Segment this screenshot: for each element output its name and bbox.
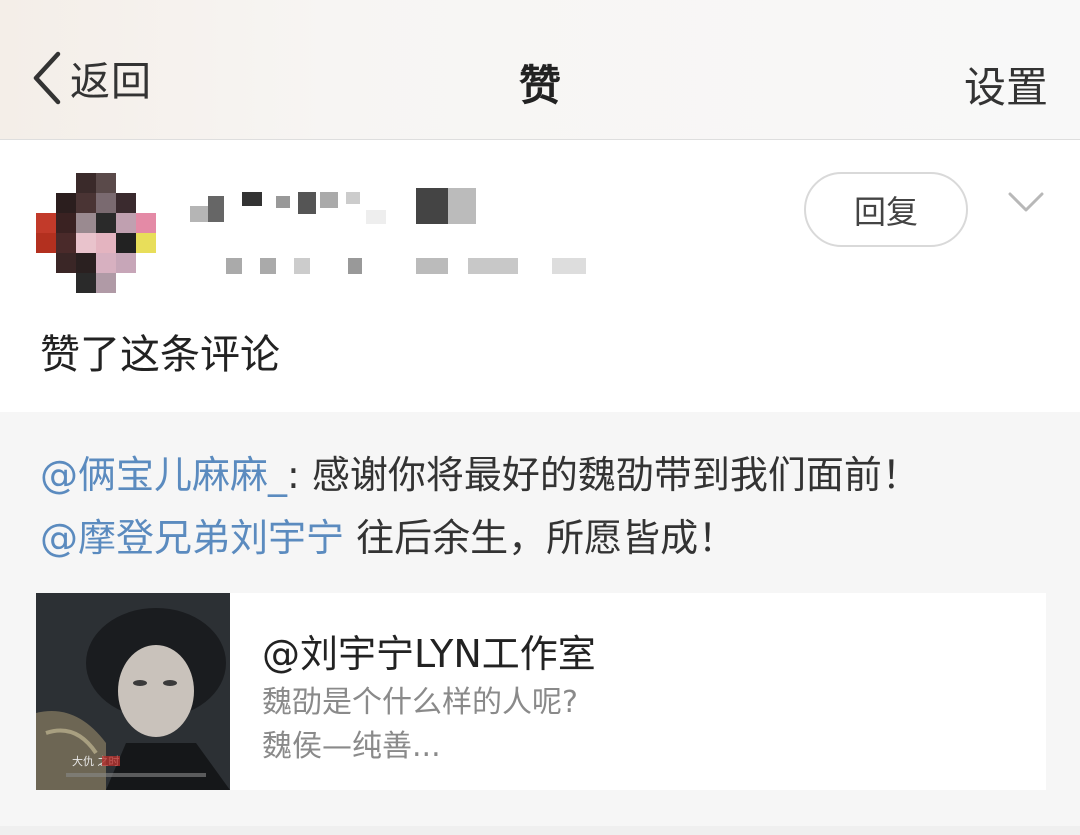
action-text: 赞了这条评论 — [40, 332, 280, 378]
navigation-bar: 返回 赞 设置 — [0, 0, 1080, 140]
comment-line-1: @俩宝儿麻麻_: 感谢你将最好的魏劭带到我们面前！ — [40, 444, 920, 499]
chevron-down-icon[interactable] — [1006, 188, 1046, 216]
page-title: 赞 — [518, 61, 561, 110]
card-title: @刘宇宁LYN工作室 — [262, 632, 596, 676]
avatar[interactable] — [36, 173, 156, 293]
meta-blurred — [222, 258, 592, 276]
comment-line-2: @摩登兄弟刘宇宁 往后余生，所愿皆成！ — [40, 507, 736, 562]
mention-link[interactable]: @俩宝儿麻麻_ — [40, 453, 287, 497]
settings-button[interactable]: 设置 — [964, 54, 1048, 115]
username-blurred[interactable] — [190, 188, 490, 224]
card-description: 魏劭是个什么样的人呢? 魏侯—纯善... — [262, 681, 962, 769]
comment-text: : 感谢你将最好的魏劭带到我们面前！ — [287, 453, 920, 497]
comment-text: 往后余生，所愿皆成！ — [344, 516, 737, 560]
post-thumbnail: 大仇 之时 — [36, 593, 230, 790]
card-desc-line-2: 魏侯—纯善... — [262, 729, 441, 764]
divider — [0, 826, 1080, 835]
reply-button[interactable]: 回复 — [804, 172, 968, 247]
mention-link[interactable]: @摩登兄弟刘宇宁 — [40, 516, 344, 560]
linked-post-card[interactable]: 大仇 之时 @刘宇宁LYN工作室 魏劭是个什么样的人呢? 魏侯—纯善... — [36, 593, 1046, 790]
card-desc-line-1: 魏劭是个什么样的人呢? — [262, 685, 578, 720]
